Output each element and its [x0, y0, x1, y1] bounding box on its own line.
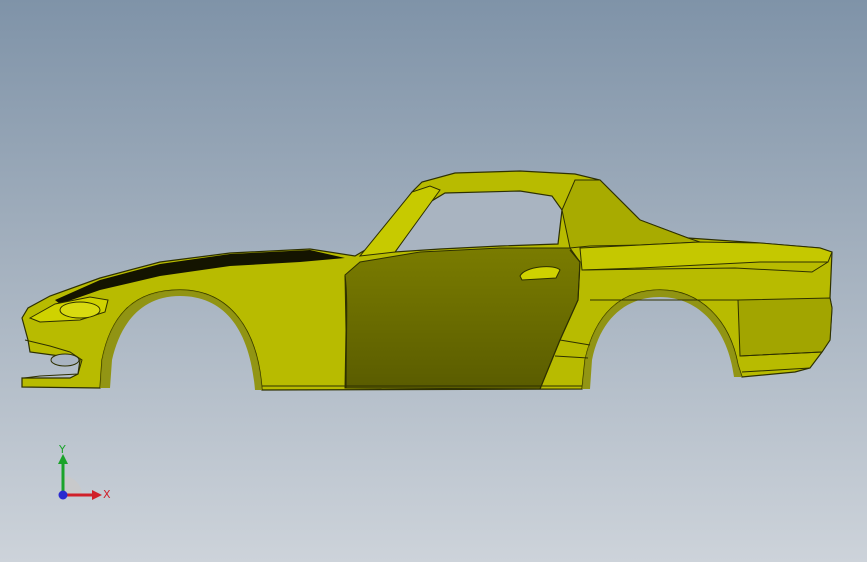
- y-axis-label: Y: [58, 443, 66, 456]
- rear-buttress: [561, 179, 701, 249]
- view-orientation-triad[interactable]: Y X: [48, 438, 118, 508]
- headlamp: [59, 301, 101, 319]
- fog-lamp-opening: [50, 353, 80, 367]
- z-axis-dot: [58, 490, 68, 500]
- x-axis-arrowhead: [92, 490, 102, 500]
- graphics-viewport[interactable]: Y X: [0, 0, 867, 562]
- x-axis-label: X: [103, 488, 111, 501]
- rear-bumper: [737, 297, 833, 357]
- car-body-model[interactable]: [0, 0, 867, 562]
